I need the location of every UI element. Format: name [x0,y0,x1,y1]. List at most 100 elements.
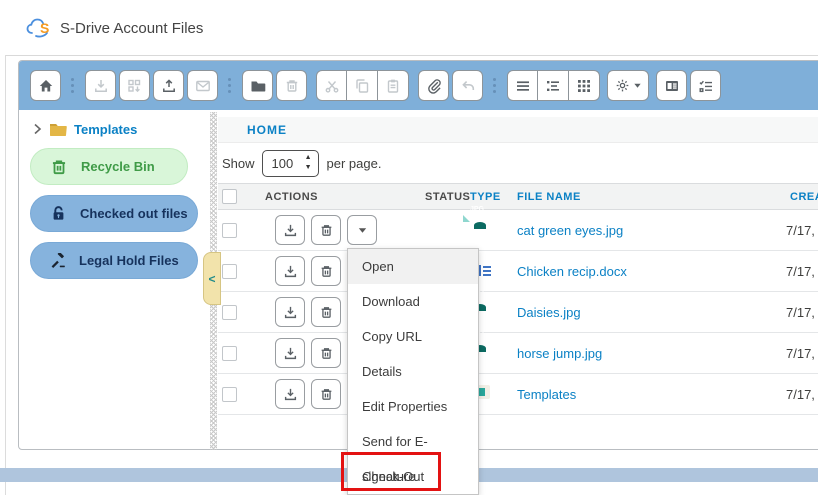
menu-item-send-for-esignature[interactable]: Send for E-signature [348,424,478,459]
row-actions-dropdown-button[interactable] [347,215,377,245]
column-header-status: STATUS [425,191,470,203]
caret-down-icon [357,225,368,236]
list-icon [515,78,531,94]
file-name-link[interactable]: horse jump.jpg [517,346,602,361]
row-download-button[interactable] [275,215,305,245]
column-header-file-name[interactable]: FILE NAME [517,191,581,203]
menu-item-download[interactable]: Download [348,284,478,319]
gavel-icon [50,253,66,269]
column-header-type[interactable]: TYPE [470,191,501,203]
grid-view-button[interactable] [569,70,600,101]
s-drive-logo-icon: S [26,17,56,39]
row-download-button[interactable] [275,256,305,286]
file-name-link[interactable]: cat green eyes.jpg [517,223,623,238]
sidebar-item-templates[interactable]: Templates [33,119,137,139]
row-checkbox[interactable] [222,223,237,238]
show-label: Show [222,156,255,171]
row-delete-button[interactable] [311,338,341,368]
checked-out-files-button[interactable]: Checked out files [30,195,198,232]
table-row: JPG cat green eyes.jpg 7/17, [218,210,818,251]
file-name-link[interactable]: Templates [517,387,576,402]
new-folder-button[interactable] [242,70,273,101]
row-checkbox[interactable] [222,387,237,402]
row-download-button[interactable] [275,379,305,409]
email-button[interactable] [187,70,218,101]
grid-icon [576,78,592,94]
created-date: 7/17, [786,223,815,238]
download-icon [283,305,298,320]
row-download-button[interactable] [275,338,305,368]
menu-item-check-out[interactable]: Check-Out [348,459,478,494]
table-row: Chicken recip.docx 7/17, [218,251,818,292]
paperclip-icon [426,78,442,94]
download-icon [283,387,298,402]
row-delete-button[interactable] [311,297,341,327]
recycle-bin-label: Recycle Bin [81,159,155,174]
email-icon [195,78,211,94]
breadcrumb-bar: HOME [218,117,818,143]
page-size-stepper[interactable]: 100 ▲ ▼ [262,150,319,177]
download-icon [283,346,298,361]
download-icon [93,78,109,94]
undo-button[interactable] [452,70,483,101]
checklist-icon [698,78,714,94]
menu-item-details[interactable]: Details [348,354,478,389]
trash-icon [319,387,334,402]
created-date: 7/17, [786,305,815,320]
caret-down-icon [633,81,642,90]
attach-button[interactable] [418,70,449,101]
menu-item-copy-url[interactable]: Copy URL [348,319,478,354]
select-all-button[interactable] [690,70,721,101]
page-left-border [5,55,6,495]
app-header: S S-Drive Account Files [0,0,818,55]
menu-item-open[interactable]: Open [348,249,478,284]
clipboard-button-group [316,70,409,101]
column-header-created[interactable]: CREA [790,191,818,203]
legal-hold-files-button[interactable]: Legal Hold Files [30,242,198,279]
copy-button[interactable] [347,70,378,101]
cut-button[interactable] [316,70,347,101]
logo-letter: S [40,20,49,36]
file-name-link[interactable]: Daisies.jpg [517,305,581,320]
clipboard-icon [385,78,401,94]
per-page-label: per page. [327,156,382,171]
undo-arrow-icon [460,78,476,94]
row-delete-button[interactable] [311,256,341,286]
chevron-right-icon [33,123,42,135]
paste-button[interactable] [378,70,409,101]
download-button[interactable] [85,70,116,101]
row-checkbox[interactable] [222,305,237,320]
row-download-button[interactable] [275,297,305,327]
preview-pane-button[interactable] [656,70,687,101]
file-name-link[interactable]: Chicken recip.docx [517,264,627,279]
row-delete-button[interactable] [311,215,341,245]
spinner-down-icon[interactable]: ▼ [305,163,312,173]
folder-icon [250,78,266,94]
settings-button[interactable] [607,70,649,101]
detail-view-button[interactable] [538,70,569,101]
page-size-row: Show 100 ▲ ▼ per page. [218,146,818,180]
row-checkbox[interactable] [222,346,237,361]
recycle-bin-button[interactable]: Recycle Bin [30,148,188,185]
sidebar-collapse-handle[interactable]: < [203,252,221,305]
breadcrumb-home[interactable]: HOME [247,123,287,137]
table-header: ACTIONS STATUS TYPE FILE NAME CREA [218,183,818,210]
page-size-value[interactable]: 100 [272,156,294,171]
trash-icon [284,78,300,94]
row-checkbox[interactable] [222,264,237,279]
menu-item-edit-properties[interactable]: Edit Properties [348,389,478,424]
download-icon [283,264,298,279]
multi-download-button[interactable] [119,70,150,101]
list-view-button[interactable] [507,70,538,101]
delete-button[interactable] [276,70,307,101]
scissors-icon [324,78,340,94]
row-delete-button[interactable] [311,379,341,409]
upload-button[interactable] [153,70,184,101]
s-drive-window: S S-Drive Account Files [0,0,818,495]
multi-download-icon [127,78,143,94]
trash-icon [319,346,334,361]
spinner-up-icon[interactable]: ▲ [305,153,312,163]
home-button[interactable] [30,70,61,101]
trash-icon [319,305,334,320]
select-all-checkbox[interactable] [222,189,237,204]
